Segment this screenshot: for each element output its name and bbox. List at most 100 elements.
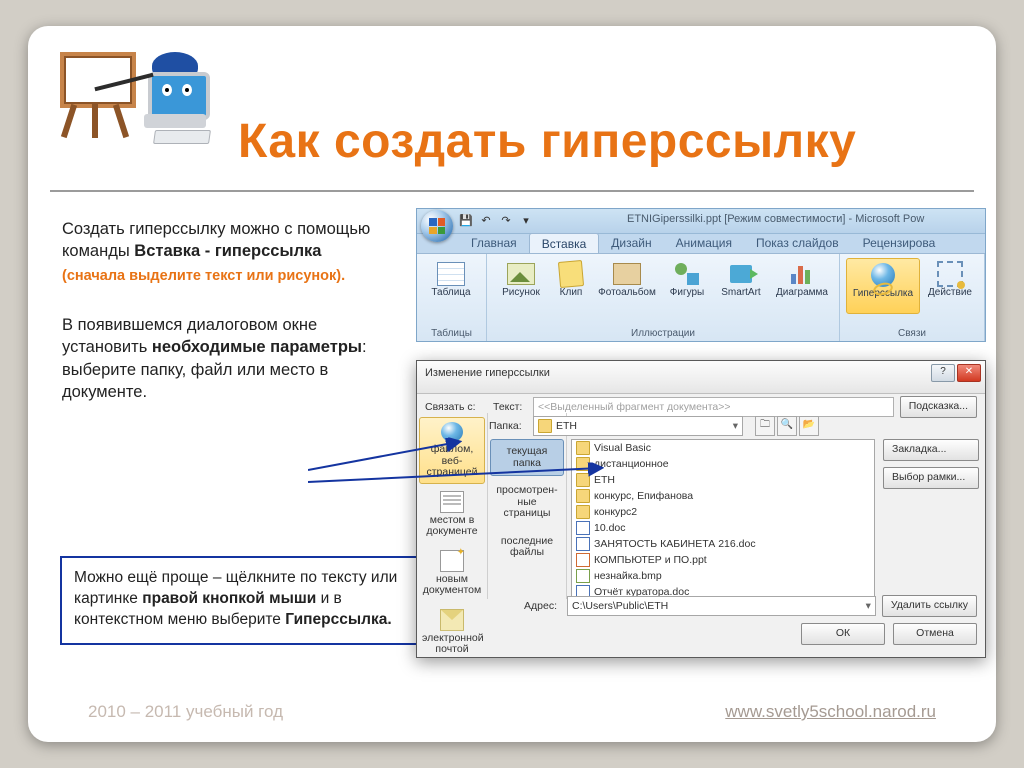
tab-design[interactable]: Дизайн [599, 233, 663, 253]
remove-link-button[interactable]: Удалить ссылку [882, 595, 977, 617]
bookmark-button[interactable]: Закладка... [883, 439, 979, 461]
close-button[interactable]: ✕ [957, 364, 981, 382]
tip-box: Можно ещё проще – щёлкните по тексту или… [60, 556, 424, 645]
window-controls: ? ✕ [931, 364, 981, 382]
file-row[interactable]: конкурс, Епифанова [572, 488, 874, 504]
arrow-to-filelist [308, 462, 608, 492]
undo-icon[interactable]: ↶ [479, 214, 493, 228]
shapes-icon [675, 263, 699, 285]
file-row[interactable]: Visual Basic [572, 440, 874, 456]
ok-button[interactable]: ОК [801, 623, 885, 645]
header-divider [50, 190, 974, 192]
ribbon-tabs: Главная Вставка Дизайн Анимация Показ сл… [459, 233, 985, 253]
folder-label: Папка: [485, 420, 527, 432]
redo-icon[interactable]: ↷ [499, 214, 513, 228]
picture-button[interactable]: Рисунок [493, 258, 549, 312]
shapes-label: Фигуры [670, 288, 704, 310]
sidebar-label-1: местом в документе [426, 514, 477, 538]
dialog-titlebar: Изменение гиперссылки ? ✕ [417, 361, 985, 394]
para1-hint: (сначала выделите текст или рисунок). [62, 267, 402, 287]
picture-icon [507, 263, 535, 285]
file-name: 10.doc [594, 520, 626, 536]
browse-mode-bar: текущая папка просмотрен-ные страницы по… [488, 413, 567, 599]
tab-home[interactable]: Главная [459, 233, 529, 253]
photoalbum-icon [613, 263, 641, 285]
hyperlink-dialog: Изменение гиперссылки ? ✕ Связать с: Тек… [416, 360, 986, 658]
file-row[interactable]: ETH [572, 472, 874, 488]
browse-web-icon[interactable]: 🔍 [777, 416, 797, 436]
document-icon [440, 491, 464, 513]
mascot-illustration [54, 44, 224, 154]
dialog-body: файлом, веб-страницей местом в документе… [417, 413, 985, 599]
sidebar-item-place-in-doc[interactable]: местом в документе [419, 486, 485, 543]
footer-link[interactable]: www.svetly5school.narod.ru [725, 702, 936, 722]
file-row[interactable]: КОМПЬЮТЕР и ПО.ppt [572, 552, 874, 568]
office-button[interactable] [421, 210, 453, 242]
address-field[interactable]: C:\Users\Public\ETH [567, 596, 876, 616]
folder-row: Папка: ETH 🗀 🔍 📂 [485, 415, 819, 437]
tip-bold1: правой кнопкой мыши [142, 590, 316, 607]
sub-label-2: последние файлы [501, 535, 553, 559]
tab-review[interactable]: Рецензирова [851, 233, 948, 253]
photoalbum-button[interactable]: Фотоальбом [593, 258, 661, 312]
table-label: Таблица [431, 288, 470, 310]
smartart-button[interactable]: SmartArt [713, 258, 769, 312]
picture-label: Рисунок [502, 288, 540, 310]
computer-character-icon [140, 54, 220, 144]
dialog-right-buttons: Закладка... Выбор рамки... [879, 413, 985, 599]
group-links-label: Связи [846, 328, 978, 339]
para2-bold: необходимые параметры [152, 338, 362, 356]
clip-icon [558, 260, 584, 288]
tab-animation[interactable]: Анимация [664, 233, 744, 253]
save-icon[interactable]: 💾 [459, 214, 473, 228]
chart-button[interactable]: Диаграмма [771, 258, 833, 312]
group-tables-label: Таблицы [423, 328, 480, 339]
folder-nav: 🗀 🔍 📂 [755, 416, 819, 436]
folder-icon [576, 441, 590, 455]
clip-button[interactable]: Клип [551, 258, 591, 312]
file-name: ЗАНЯТОСТЬ КАБИНЕТА 216.doc [594, 536, 756, 552]
browse-file-icon[interactable]: 📂 [799, 416, 819, 436]
tab-insert[interactable]: Вставка [529, 233, 600, 253]
para1-command: Вставка - гиперссылка [134, 242, 321, 260]
cancel-button[interactable]: Отмена [893, 623, 977, 645]
file-name: конкурс, Епифанова [594, 488, 693, 504]
file-row[interactable]: конкурс2 [572, 504, 874, 520]
group-illustrations: Рисунок Клип Фотоальбом Фигуры SmartArt … [487, 254, 840, 341]
file-list[interactable]: Visual Basic дистанционное ETH конкурс, … [571, 439, 875, 597]
recent-files-item[interactable]: последние файлы [490, 529, 564, 566]
instruction-text: Создать гиперссылку можно с помощью кома… [62, 218, 402, 431]
help-button[interactable]: ? [931, 364, 955, 382]
hyperlink-button[interactable]: Гиперссылка [846, 258, 920, 314]
address-label: Адрес: [425, 600, 561, 612]
file-row[interactable]: 10.doc [572, 520, 874, 536]
action-icon [937, 261, 963, 287]
qat-dropdown-icon[interactable]: ▾ [519, 214, 533, 228]
quick-access-toolbar[interactable]: 💾 ↶ ↷ ▾ [459, 213, 533, 229]
shapes-button[interactable]: Фигуры [663, 258, 711, 312]
table-button[interactable]: Таблица [423, 258, 479, 312]
slide-title: Как создать гиперссылку [238, 114, 968, 169]
action-button[interactable]: Действие [922, 258, 978, 314]
ppt-icon [576, 553, 590, 567]
window-titlebar: 💾 ↶ ↷ ▾ ETNIGiperssilki.ppt [Режим совме… [417, 209, 985, 234]
group-tables: Таблица Таблицы [417, 254, 487, 341]
target-frame-button[interactable]: Выбор рамки... [883, 467, 979, 489]
file-row[interactable]: незнайка.bmp [572, 568, 874, 584]
file-row[interactable]: ЗАНЯТОСТЬ КАБИНЕТА 216.doc [572, 536, 874, 552]
clip-label: Клип [560, 288, 583, 310]
slide: Как создать гиперссылку Создать гиперссы… [28, 26, 996, 742]
instruction-para-2: В появившемся диалоговом окне установить… [62, 314, 402, 403]
powerpoint-ribbon: 💾 ↶ ↷ ▾ ETNIGiperssilki.ppt [Режим совме… [416, 208, 986, 342]
hyperlink-icon [871, 263, 895, 287]
instruction-para-1: Создать гиперссылку можно с помощью кома… [62, 218, 402, 286]
file-row[interactable]: дистанционное [572, 456, 874, 472]
chart-label: Диаграмма [776, 288, 828, 310]
up-folder-icon[interactable]: 🗀 [755, 416, 775, 436]
file-name: Visual Basic [594, 440, 651, 456]
tab-slideshow[interactable]: Показ слайдов [744, 233, 851, 253]
text-label: Текст: [493, 401, 527, 413]
chart-icon [791, 264, 813, 284]
doc-icon [576, 537, 590, 551]
folder-combo[interactable]: ETH [533, 416, 743, 436]
